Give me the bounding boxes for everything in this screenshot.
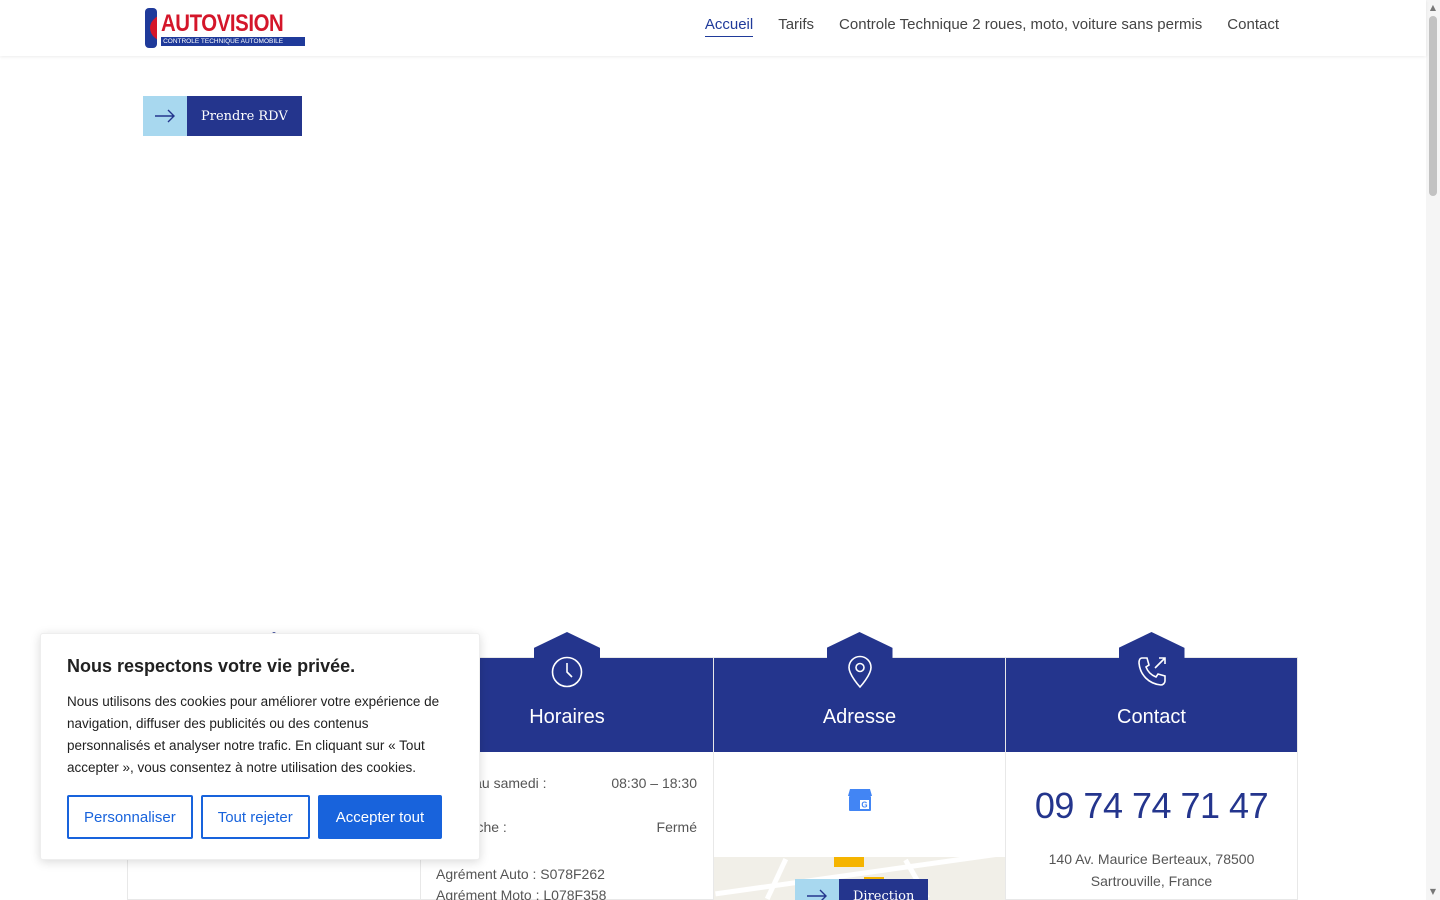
nav-tarifs[interactable]: Tarifs	[778, 16, 814, 37]
logo-subtitle: CONTROLE TECHNIQUE AUTOMOBILE	[161, 36, 305, 46]
direction-button[interactable]: Direction	[795, 879, 929, 900]
contact-card: Contact 09 74 74 71 47 140 Av. Maurice B…	[1005, 632, 1298, 900]
direction-label: Direction	[839, 879, 929, 900]
prendre-rdv-label: Prendre RDV	[187, 96, 302, 136]
adresse-title: Adresse	[822, 706, 897, 728]
main-nav: Accueil Tarifs Controle Technique 2 roue…	[704, 16, 1279, 37]
scroll-up-icon[interactable]: ▲	[1429, 4, 1437, 12]
google-my-business-icon[interactable]: G	[847, 788, 873, 812]
logo-name: AUTOVISION	[161, 9, 284, 37]
address-line2: Sartrouville, France	[1090, 873, 1213, 889]
address-line1: 140 Av. Maurice Berteaux, 78500	[1048, 851, 1255, 867]
cookie-consent-banner: Nous respectons votre vie privée. Nous u…	[40, 633, 480, 860]
prendre-rdv-button[interactable]: Prendre RDV	[143, 96, 302, 136]
phone-number[interactable]: 09 74 74 71 47	[1006, 785, 1297, 827]
agrement-moto: Agrément Moto : L078F358	[436, 887, 607, 900]
reject-all-button[interactable]: Tout rejeter	[200, 795, 310, 839]
nav-accueil[interactable]: Accueil	[704, 16, 754, 37]
scroll-down-icon[interactable]: ▼	[1429, 888, 1437, 896]
cookie-text: Nous utilisons des cookies pour améliore…	[67, 694, 440, 775]
clock-icon	[534, 632, 600, 704]
nav-contact[interactable]: Contact	[1227, 16, 1279, 37]
phone-call-icon	[1118, 632, 1185, 704]
contact-address: 140 Av. Maurice Berteaux, 78500 Sartrouv…	[1006, 848, 1297, 892]
horaires-row-value: 08:30 – 18:30	[611, 775, 697, 791]
customize-button[interactable]: Personnaliser	[67, 795, 193, 839]
nav-controle-technique[interactable]: Controle Technique 2 roues, moto, voitur…	[839, 16, 1202, 37]
contact-title: Contact	[1117, 706, 1186, 728]
agrement-auto: Agrément Auto : S078F262	[436, 866, 605, 882]
page-scrollbar[interactable]: ▲ ▼	[1426, 0, 1440, 900]
car-logo-icon	[145, 8, 158, 48]
location-pin-icon	[826, 632, 893, 704]
arrow-right-icon	[795, 879, 839, 900]
horaires-row-value: Fermé	[656, 819, 697, 835]
arrow-right-icon	[143, 96, 187, 136]
accept-all-button[interactable]: Accepter tout	[317, 795, 443, 839]
svg-text:G: G	[861, 801, 867, 810]
site-header: AUTOVISION CONTROLE TECHNIQUE AUTOMOBILE…	[0, 0, 1426, 56]
autovision-logo[interactable]: AUTOVISION CONTROLE TECHNIQUE AUTOMOBILE	[145, 6, 305, 50]
cookie-actions: Personnaliser Tout rejeter Accepter tout	[67, 795, 443, 839]
adresse-card: Adresse G Direction	[713, 632, 1007, 900]
cookie-title: Nous respectons votre vie privée.	[67, 656, 356, 676]
scroll-thumb[interactable]	[1429, 16, 1437, 196]
